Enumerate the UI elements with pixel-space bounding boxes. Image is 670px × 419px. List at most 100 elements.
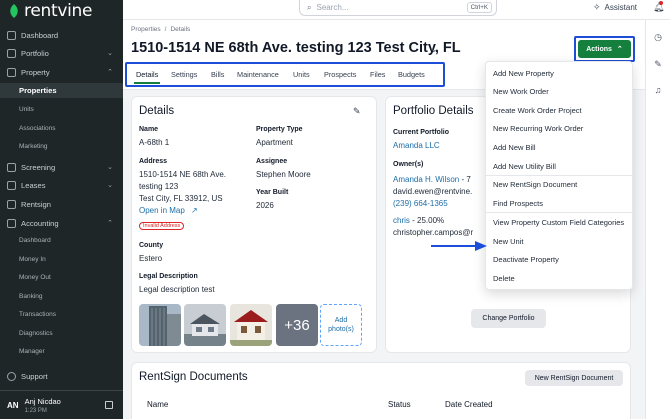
menu-item-new-unit[interactable]: New Unit [493,237,523,246]
chevron-down-icon: ⌄ [107,164,113,171]
column-header-status[interactable]: Status [388,400,411,409]
current-portfolio-link[interactable]: Amanda LLC [393,140,440,151]
assignee-value: Stephen Moore [256,170,311,179]
actions-label: Actions [586,45,612,53]
topbar: ⌕ Search... Ctrl+K ✧ Assistant 🔔︎ [123,0,670,20]
chevron-up-icon: ⌃ [107,220,113,227]
actions-dropdown-menu: Add New Property New Work Order Create W… [485,61,634,290]
assistant-button[interactable]: ✧ Assistant [593,2,637,13]
owner-name-link[interactable]: chris [393,216,410,225]
sidebar-item-leases[interactable]: Leases ⌄ [0,177,123,193]
name-label: Name [139,126,159,133]
sidebar-item-marketing[interactable]: Marketing [19,143,48,150]
sidebar-item-support[interactable]: Support [0,368,123,384]
menu-item-add-new-bill[interactable]: Add New Bill [493,143,536,152]
sidebar-item-diagnostics[interactable]: Diagnostics [19,330,53,337]
owner-phone-link[interactable]: (239) 664-1365 [393,198,448,209]
more-photos-tile[interactable]: +36 [276,304,318,346]
column-header-date-created[interactable]: Date Created [445,400,493,409]
menu-item-find-prospects[interactable]: Find Prospects [493,199,543,208]
sidebar-item-label: Screening [21,162,56,172]
column-header-name[interactable]: Name [147,400,168,409]
avatar: AN [7,400,19,410]
breadcrumb-properties[interactable]: Properties [131,26,161,33]
sidebar-item-money-in[interactable]: Money In [19,256,46,263]
tab-settings[interactable]: Settings [171,70,197,79]
sidebar-item-label: Property [21,67,50,77]
accounting-icon [7,218,16,228]
legal-description-value: Legal description test [139,285,215,294]
open-in-map-label: Open in Map [139,206,185,215]
collapse-sidebar-icon[interactable] [105,401,113,409]
menu-item-view-property-custom-field-categories[interactable]: View Property Custom Field Categories [493,218,624,227]
sidebar-item-units[interactable]: Units [19,106,34,113]
add-photo-label-2: photo(s) [328,326,354,333]
address-label: Address [139,158,168,165]
chevron-down-icon[interactable]: ⌄ [430,44,438,55]
sidebar-item-screening[interactable]: Screening ⌄ [0,159,123,175]
annotation-arrow-icon [431,241,487,251]
sidebar-item-accounting[interactable]: Accounting ⌃ [0,215,123,231]
address-line1: 1510-1514 NE 68th Ave. [139,170,227,179]
sidebar-item-banking[interactable]: Banking [19,293,43,300]
actions-button[interactable]: Actions ⌃ [578,40,631,58]
edit-note-icon[interactable]: ✎ [653,59,663,69]
rentvine-leaf-icon [10,4,18,18]
pencil-icon[interactable]: ✎ [353,106,361,117]
search-input[interactable]: ⌕ Search... Ctrl+K [299,0,497,16]
change-portfolio-button[interactable]: Change Portfolio [471,309,546,328]
owner-email: david.ewen@rentvine. [393,187,473,196]
notification-dot [659,1,663,5]
property-photo[interactable] [184,304,226,346]
sidebar-item-accounting-dashboard[interactable]: Dashboard [19,237,51,244]
breadcrumb-separator: / [164,26,167,33]
name-value: A-68th 1 [139,138,170,147]
sidebar-item-label: Portfolio [21,48,49,58]
menu-item-new-work-order[interactable]: New Work Order [493,87,549,96]
rentsign-title: RentSign Documents [139,371,248,383]
sidebar-item-property[interactable]: Property ⌃ [0,64,123,80]
clock-icon[interactable]: ◷ [653,32,663,42]
tab-files[interactable]: Files [370,70,385,79]
rentvine-logo[interactable]: rentvine [8,1,92,21]
sidebar-item-associations[interactable]: Associations [19,125,56,132]
owner-email: christopher.campos@r [393,228,474,237]
menu-item-delete[interactable]: Delete [493,274,515,283]
sidebar-item-transactions[interactable]: Transactions [19,311,56,318]
details-title: Details [139,105,175,117]
sidebar-item-manager[interactable]: Manager [19,348,45,355]
open-in-map-link[interactable]: Open in Map ↗ [139,205,198,216]
tab-maintenance[interactable]: Maintenance [237,70,279,79]
menu-divider [486,212,634,213]
menu-item-new-rentsign-document[interactable]: New RentSign Document [493,180,577,189]
property-photo[interactable] [139,304,181,346]
property-photo[interactable] [230,304,272,346]
menu-item-create-work-order-project[interactable]: Create Work Order Project [493,106,582,115]
sidebar-item-portfolio[interactable]: Portfolio ⌄ [0,45,123,61]
sparkle-icon: ✧ [593,2,601,12]
add-photo-button[interactable]: Add photo(s) [320,304,362,346]
sidebar-item-dashboard[interactable]: Dashboard [0,27,123,43]
year-built-label: Year Built [256,189,289,196]
sidebar-item-rentsign[interactable]: Rentsign [0,196,123,212]
sidebar-item-label: Rentsign [21,199,51,209]
tab-budgets[interactable]: Budgets [398,70,425,79]
sidebar-item-properties[interactable]: Properties [0,83,123,98]
bell-outline-icon[interactable]: ♫ [653,85,663,95]
owner-name-link[interactable]: Amanda H. Wilson [393,175,459,184]
menu-item-add-new-utility-bill[interactable]: Add New Utility Bill [493,162,556,171]
owners-label: Owner(s) [393,161,424,168]
tab-details[interactable]: Details [133,70,161,84]
menu-item-new-recurring-work-order[interactable]: New Recurring Work Order [493,124,583,133]
sidebar-item-money-out[interactable]: Money Out [19,274,51,281]
add-photo-label-1: Add [334,317,348,324]
signature-icon [7,199,16,209]
chevron-up-icon: ⌃ [616,46,623,53]
tab-prospects[interactable]: Prospects [324,70,356,79]
menu-item-deactivate-property[interactable]: Deactivate Property [493,255,559,264]
tab-bills[interactable]: Bills [211,70,224,79]
menu-item-add-new-property[interactable]: Add New Property [493,69,554,78]
user-menu[interactable]: AN Anj Nicdao 1:23 PM [0,390,123,419]
tab-units[interactable]: Units [293,70,310,79]
new-rentsign-document-button[interactable]: New RentSign Document [525,370,623,386]
